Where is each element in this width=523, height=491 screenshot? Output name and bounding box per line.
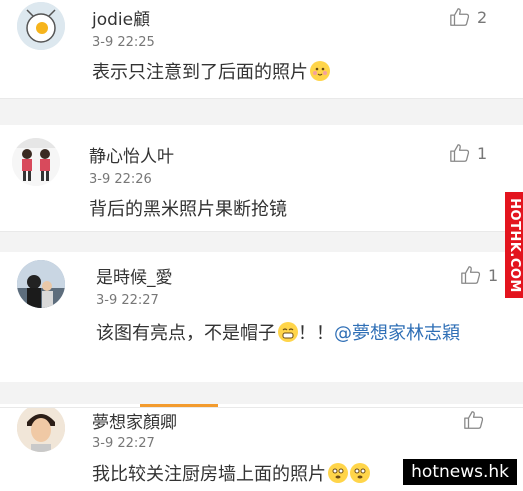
- comment-author[interactable]: 静心怡人叶: [89, 142, 174, 167]
- couple-icon: [17, 260, 65, 308]
- comment-time: 3-9 22:25: [92, 35, 155, 50]
- avatar[interactable]: [12, 138, 60, 186]
- comment-item-2: 静心怡人叶 3-9 22:26 背后的黑米照片果断抢镜 1: [0, 125, 523, 231]
- side-tag-text: HOTHK.COM: [506, 197, 522, 293]
- portrait-icon: [17, 408, 65, 452]
- comment-author[interactable]: 是時候_愛: [96, 263, 173, 288]
- avatar[interactable]: [17, 2, 65, 50]
- thumbs-up-icon: [464, 411, 484, 429]
- blush-emoji-icon: [310, 61, 330, 81]
- spacer: [0, 99, 523, 125]
- grinning-emoji-icon: [278, 322, 298, 342]
- comment-text-content: 我比较关注厨房墙上面的照片: [92, 464, 326, 485]
- comment-text: 背后的黑米照片果断抢镜: [89, 199, 287, 220]
- like-button[interactable]: 1: [449, 141, 487, 165]
- comment-text-tail: ！！: [298, 323, 334, 344]
- avatar[interactable]: [17, 408, 65, 452]
- comment-author[interactable]: jodie顧: [92, 5, 150, 30]
- spacer: [0, 232, 523, 252]
- comment-text: 我比较关注厨房墙上面的照片: [92, 460, 370, 490]
- like-count: 2: [477, 7, 488, 27]
- like-count: 1: [488, 265, 499, 285]
- site-side-tag: HOTHK.COM: [505, 192, 523, 298]
- watermark: hotnews.hk: [403, 459, 517, 485]
- like-button[interactable]: 1: [460, 263, 498, 287]
- comment-time: 3-9 22:26: [89, 172, 152, 187]
- comment-item-3: 是時候_愛 3-9 22:27 该图有亮点，不是帽子 ！！@夢想家林志穎 1: [0, 252, 523, 382]
- like-button[interactable]: [463, 408, 491, 432]
- comment-text-content: 该图有亮点，不是帽子: [96, 323, 276, 344]
- comment-text-content: 表示只注意到了后面的照片: [92, 62, 308, 83]
- flushed-emoji-icon: [328, 463, 348, 483]
- avatar[interactable]: [17, 260, 65, 308]
- comment-text: 该图有亮点，不是帽子 ！！@夢想家林志穎: [96, 319, 501, 349]
- spacer: [0, 382, 523, 404]
- comment-time: 3-9 22:27: [92, 436, 155, 451]
- mention-link[interactable]: @夢想家林志穎: [334, 323, 460, 344]
- two-girls-icon: [12, 138, 60, 186]
- comment-text: 表示只注意到了后面的照片: [92, 58, 330, 88]
- thumbs-up-icon: [461, 266, 481, 284]
- comment-item-1: jodie顧 3-9 22:25 表示只注意到了后面的照片 2: [0, 0, 523, 98]
- comment-time: 3-9 22:27: [96, 293, 159, 308]
- like-count: 1: [477, 143, 488, 163]
- thumbs-up-icon: [450, 144, 470, 162]
- fried-egg-icon: [17, 2, 65, 50]
- thumbs-up-icon: [450, 8, 470, 26]
- flushed-emoji-icon: [350, 463, 370, 483]
- like-button[interactable]: 2: [449, 5, 487, 29]
- comment-author[interactable]: 夢想家顏卿: [92, 408, 177, 433]
